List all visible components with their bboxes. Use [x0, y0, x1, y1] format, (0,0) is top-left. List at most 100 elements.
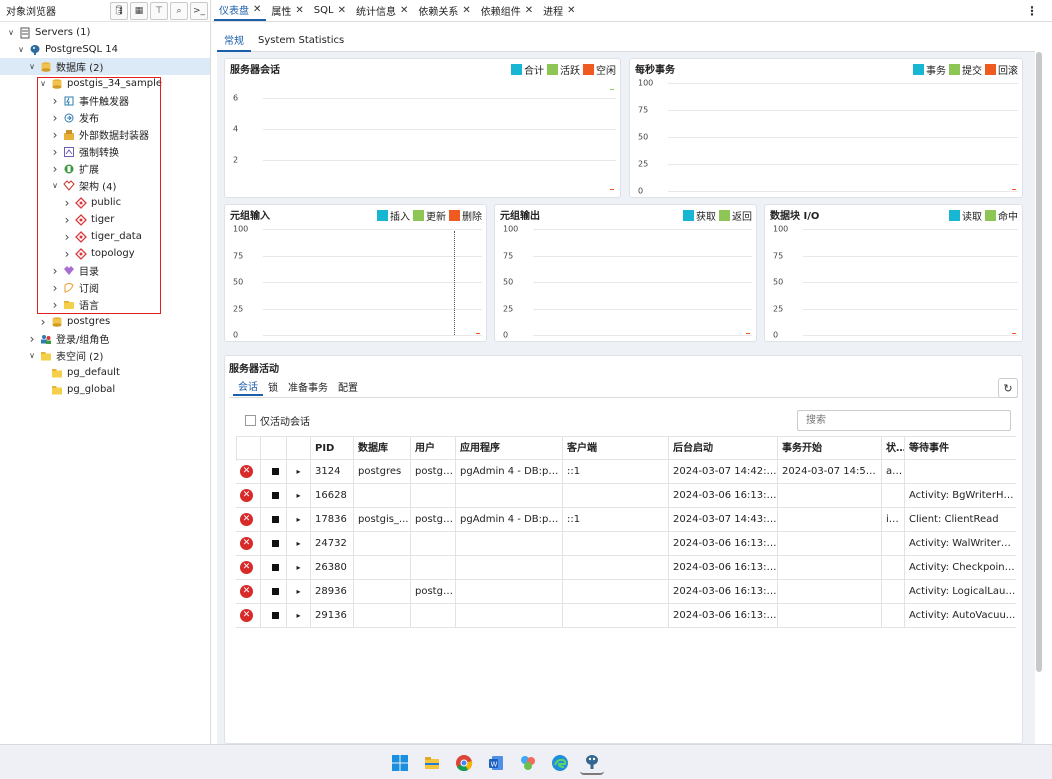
tree-node[interactable]: › public	[0, 194, 210, 211]
tree-node[interactable]: ∨ PostgreSQL 14	[0, 41, 210, 58]
stop-icon[interactable]	[272, 564, 279, 571]
file-explorer-icon[interactable]	[420, 751, 444, 775]
tab-0[interactable]: 仪表盘 ✕	[214, 0, 267, 21]
filter-rows-button[interactable]: ⊤	[150, 1, 168, 20]
legend-item[interactable]: 读取	[949, 208, 982, 223]
legend-item[interactable]: 空闲	[583, 62, 616, 77]
column-header[interactable]: 用户	[410, 437, 455, 461]
column-header[interactable]: 等待事件	[904, 437, 1016, 461]
stop-icon[interactable]	[272, 492, 279, 499]
chevron-right-icon[interactable]: ›	[50, 264, 60, 278]
stop-icon[interactable]	[272, 540, 279, 547]
tab-2[interactable]: SQL ✕	[309, 0, 351, 21]
close-icon[interactable]: ✕	[295, 5, 303, 16]
cancel-icon[interactable]: ✕	[240, 561, 253, 574]
column-header[interactable]: 后台启动	[668, 437, 777, 461]
column-header[interactable]: 状态	[881, 437, 904, 461]
tree-node[interactable]: ∨ 表空间 (2)	[0, 347, 210, 364]
chevron-right-icon[interactable]: ›	[50, 281, 60, 295]
legend-item[interactable]: 删除	[449, 208, 482, 223]
tab-6[interactable]: 进程 ✕	[538, 0, 580, 21]
chevron-right-icon[interactable]: ›	[50, 298, 60, 312]
legend-item[interactable]: 提交	[949, 62, 982, 77]
sessions-search-input[interactable]	[797, 410, 1011, 431]
tree-node[interactable]: › 目录	[0, 262, 210, 279]
close-icon[interactable]: ✕	[462, 5, 470, 16]
legend-item[interactable]: 合计	[511, 62, 544, 77]
chevron-down-icon[interactable]: ∨	[38, 79, 48, 88]
activity-tab-0[interactable]: 会话	[233, 376, 263, 396]
chevron-right-icon[interactable]: ›	[62, 196, 72, 210]
legend-item[interactable]: 活跃	[547, 62, 580, 77]
cancel-icon[interactable]: ✕	[240, 513, 253, 526]
chevron-right-icon[interactable]: ›	[50, 111, 60, 125]
tree-node[interactable]: › 事件触发器	[0, 92, 210, 109]
word-icon[interactable]: W	[484, 751, 508, 775]
column-header[interactable]: 事务开始	[777, 437, 881, 461]
close-icon[interactable]: ✕	[525, 5, 533, 16]
subtab-1[interactable]: System Statistics	[251, 30, 351, 52]
chevron-down-icon[interactable]: ∨	[50, 181, 60, 190]
tree-node[interactable]: › 登录/组角色	[0, 330, 210, 347]
stop-icon[interactable]	[272, 612, 279, 619]
refresh-button[interactable]: ↻	[998, 378, 1018, 398]
colorful-app-icon[interactable]	[516, 751, 540, 775]
tree-node[interactable]: › postgres	[0, 313, 210, 330]
tree-node[interactable]: ∨ postgis_34_sample	[0, 75, 210, 92]
search-objects-button[interactable]: ⌕	[170, 1, 188, 20]
view-data-button[interactable]: ▦	[130, 1, 148, 20]
tree-node[interactable]: › 外部数据封装器	[0, 126, 210, 143]
tree-node[interactable]: › topology	[0, 245, 210, 262]
expand-row-icon[interactable]: ▸	[296, 611, 300, 620]
tree-node[interactable]: › 发布	[0, 109, 210, 126]
expand-row-icon[interactable]: ▸	[296, 515, 300, 524]
windows-start-icon[interactable]	[388, 751, 412, 775]
column-header[interactable]: 数据库	[353, 437, 410, 461]
column-header[interactable]: 客户端	[562, 437, 668, 461]
psql-tool-button[interactable]: >_	[190, 1, 208, 20]
tab-3[interactable]: 统计信息 ✕	[351, 0, 413, 21]
expand-row-icon[interactable]: ▸	[296, 539, 300, 548]
legend-item[interactable]: 命中	[985, 208, 1018, 223]
chevron-right-icon[interactable]: ›	[62, 213, 72, 227]
close-icon[interactable]: ✕	[253, 4, 261, 15]
stop-icon[interactable]	[272, 588, 279, 595]
tree-node[interactable]: › 订阅	[0, 279, 210, 296]
query-tool-button[interactable]: 🛢	[110, 1, 128, 20]
expand-row-icon[interactable]: ▸	[296, 467, 300, 476]
legend-item[interactable]: 插入	[377, 208, 410, 223]
legend-item[interactable]: 回滚	[985, 62, 1018, 77]
tab-4[interactable]: 依赖关系 ✕	[413, 0, 475, 21]
tab-5[interactable]: 依赖组件 ✕	[476, 0, 538, 21]
tree-node[interactable]: › 强制转换	[0, 143, 210, 160]
close-icon[interactable]: ✕	[400, 5, 408, 16]
tree-node[interactable]: pg_global	[0, 381, 210, 398]
chevron-right-icon[interactable]: ›	[50, 162, 60, 176]
expand-row-icon[interactable]: ▸	[296, 563, 300, 572]
edge-icon[interactable]	[548, 751, 572, 775]
close-icon[interactable]: ✕	[567, 5, 575, 16]
chevron-right-icon[interactable]: ›	[50, 145, 60, 159]
close-icon[interactable]: ✕	[338, 5, 346, 16]
tree-node[interactable]: pg_default	[0, 364, 210, 381]
tree-node[interactable]: ∨ 数据库 (2)	[0, 58, 210, 75]
activity-tab-1[interactable]: 锁	[263, 376, 283, 396]
chevron-right-icon[interactable]: ›	[62, 247, 72, 261]
chevron-right-icon[interactable]: ›	[50, 94, 60, 108]
activity-tab-3[interactable]: 配置	[333, 376, 363, 396]
tree-node[interactable]: › 扩展	[0, 160, 210, 177]
tab-1[interactable]: 属性 ✕	[266, 0, 308, 21]
stop-icon[interactable]	[272, 516, 279, 523]
chevron-right-icon[interactable]: ›	[38, 315, 48, 329]
tree-node[interactable]: › tiger_data	[0, 228, 210, 245]
tree-node[interactable]: › tiger	[0, 211, 210, 228]
subtab-0[interactable]: 常规	[217, 30, 251, 52]
checkbox-box[interactable]	[245, 415, 256, 426]
expand-row-icon[interactable]: ▸	[296, 587, 300, 596]
tree-node[interactable]: ∨ Servers (1)	[0, 24, 210, 41]
tree-node[interactable]: › 语言	[0, 296, 210, 313]
chevron-down-icon[interactable]: ∨	[6, 28, 16, 37]
tree-node[interactable]: ∨ 架构 (4)	[0, 177, 210, 194]
chevron-right-icon[interactable]: ›	[50, 128, 60, 142]
cancel-icon[interactable]: ✕	[240, 465, 253, 478]
